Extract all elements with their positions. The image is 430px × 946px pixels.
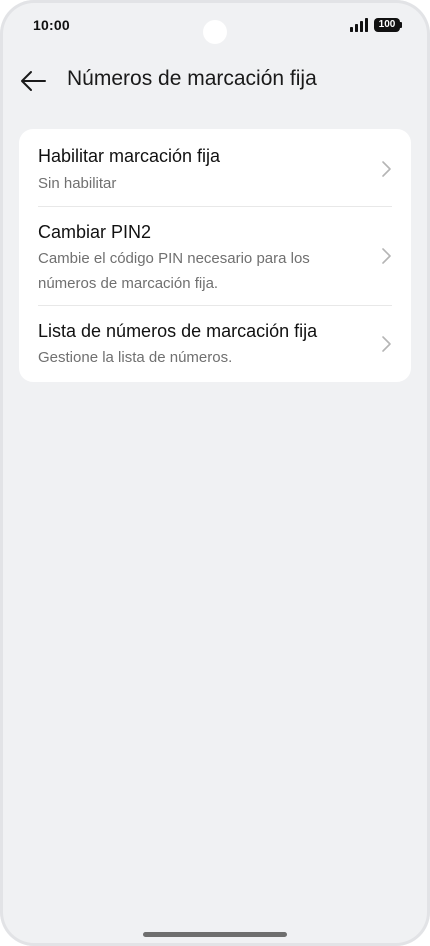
- signal-icon: [350, 18, 368, 32]
- settings-card: Habilitar marcación fija Sin habilitar C…: [19, 129, 411, 382]
- fixed-dialing-list-title: Lista de números de marcación fija: [38, 321, 318, 341]
- status-time: 10:00: [33, 17, 70, 33]
- change-pin2-item[interactable]: Cambiar PIN2 Cambie el código PIN necesa…: [19, 207, 411, 305]
- chevron-right-icon: [382, 336, 391, 352]
- fixed-dialing-list-item[interactable]: Lista de números de marcación fija Gesti…: [19, 306, 411, 382]
- status-bar: 10:00 100: [0, 0, 430, 52]
- phone-screen: 10:00 100 Números de marcación fija Habi…: [0, 0, 430, 946]
- chevron-right-icon: [382, 248, 391, 264]
- battery-level: 100: [378, 19, 396, 30]
- header: Números de marcación fija: [0, 56, 430, 104]
- battery-nub: [400, 22, 402, 28]
- page-title: Números de marcación fija: [67, 67, 317, 90]
- camera-cutout: [203, 20, 227, 44]
- enable-fixed-dialing-title: Habilitar marcación fija: [38, 146, 221, 166]
- chevron-right-icon: [382, 161, 391, 177]
- arrow-left-icon: [21, 71, 46, 91]
- change-pin2-description: Cambie el código PIN necesario para los …: [38, 250, 310, 292]
- fixed-dialing-list-description: Gestione la lista de números.: [38, 349, 233, 366]
- enable-fixed-dialing-status: Sin habilitar: [38, 175, 117, 192]
- home-indicator[interactable]: [143, 932, 287, 937]
- back-button[interactable]: [14, 62, 52, 100]
- change-pin2-title: Cambiar PIN2: [38, 222, 152, 242]
- battery-icon: 100: [374, 18, 400, 32]
- enable-fixed-dialing-item[interactable]: Habilitar marcación fija Sin habilitar: [19, 129, 411, 206]
